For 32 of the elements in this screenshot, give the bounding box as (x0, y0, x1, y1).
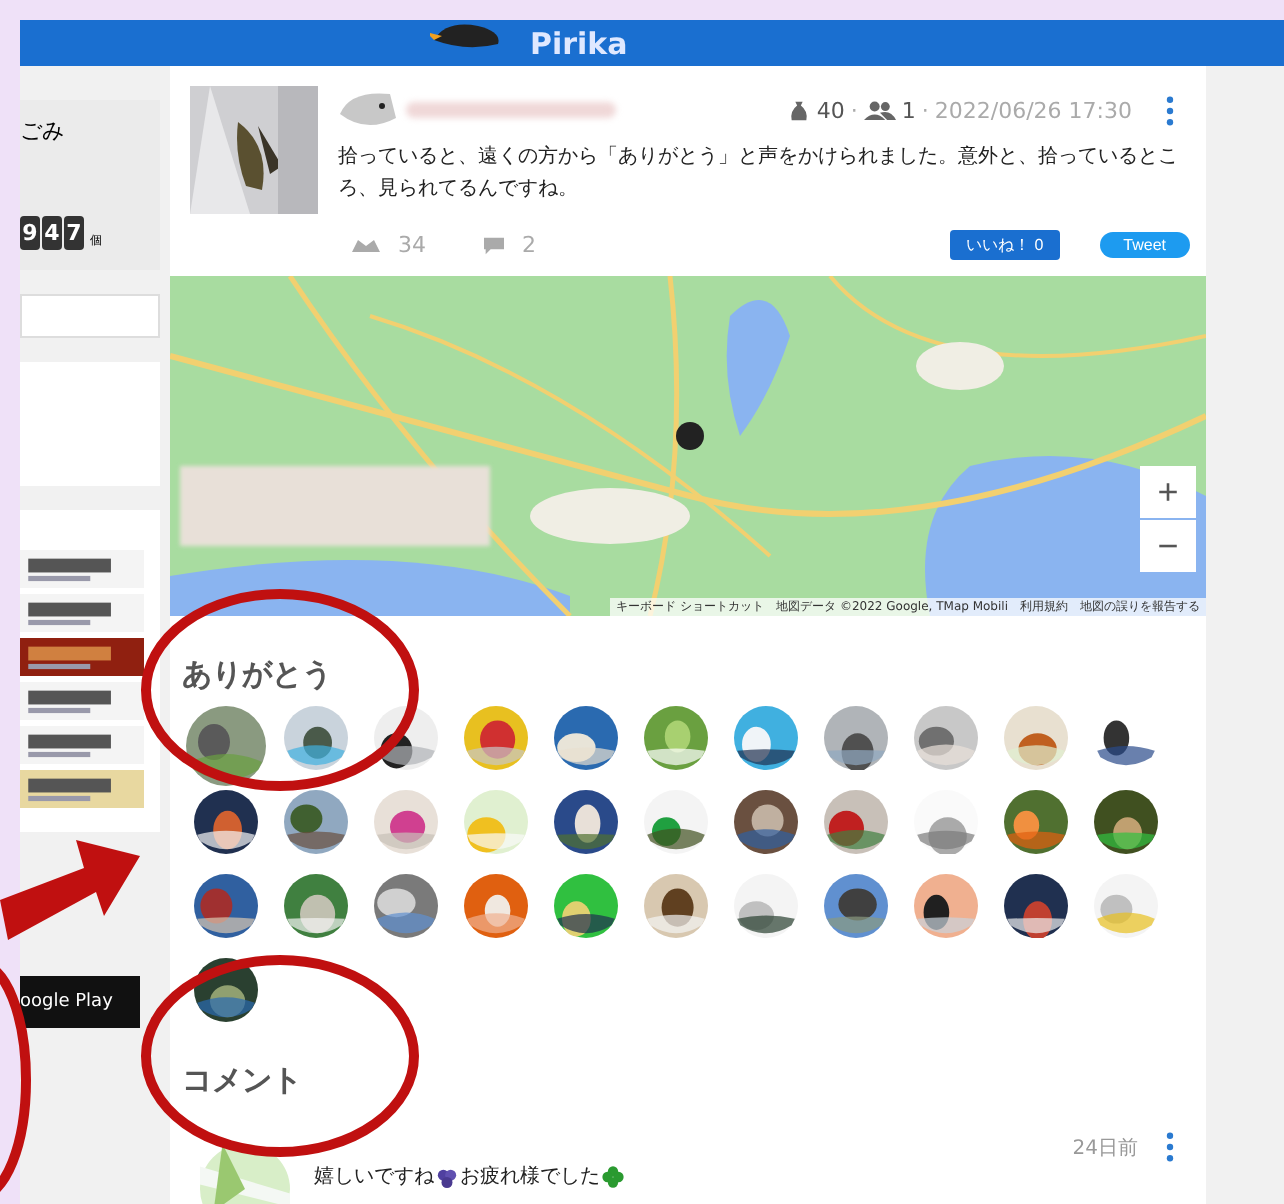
comment-count: 2 (522, 232, 536, 258)
annotation-arrow (0, 840, 140, 940)
section-title: コメント (182, 1062, 304, 1100)
section-title: ありがとう (182, 656, 334, 694)
counter-digit: 4 (42, 216, 62, 250)
thanks-count: 34 (398, 232, 426, 258)
people-count: 1 (901, 97, 916, 123)
whale-icon (338, 90, 398, 130)
app-store-badge[interactable]: oogle Play (20, 976, 140, 1028)
comment-text: 嬉しいですね (314, 1164, 434, 1190)
counter-digit: 9 (20, 216, 40, 250)
comment-time: 24日前 (1072, 1135, 1138, 1161)
bag-count: 40 (816, 97, 845, 123)
sidebar-panel (20, 362, 160, 486)
bag-icon (788, 99, 811, 121)
comment-text: お疲れ様でした (460, 1163, 600, 1190)
counter-digit: 7 (64, 216, 84, 250)
more-icon[interactable] (1166, 95, 1174, 125)
more-icon[interactable] (1166, 1132, 1174, 1162)
separator: · (850, 97, 858, 123)
people-icon (863, 99, 896, 121)
sidebar-field[interactable] (20, 294, 160, 338)
post-date: 2022/06/26 17:30 (934, 97, 1132, 123)
post-text: 拾っていると、遠くの方から「ありがとう」と声をかけられました。意外と、拾っているところ、見られてるんですね。 (338, 143, 1180, 204)
brand-name: Pirika (530, 25, 628, 61)
sidebar-label: ごみ (20, 116, 66, 146)
like-button[interactable]: いいね！ 0 (949, 230, 1060, 260)
zoom-out-button[interactable]: − (1140, 520, 1196, 572)
grapes-icon (436, 1165, 458, 1187)
separator: · (921, 97, 929, 123)
zoom-in-button[interactable]: + (1140, 466, 1196, 518)
clover-icon (602, 1165, 624, 1187)
